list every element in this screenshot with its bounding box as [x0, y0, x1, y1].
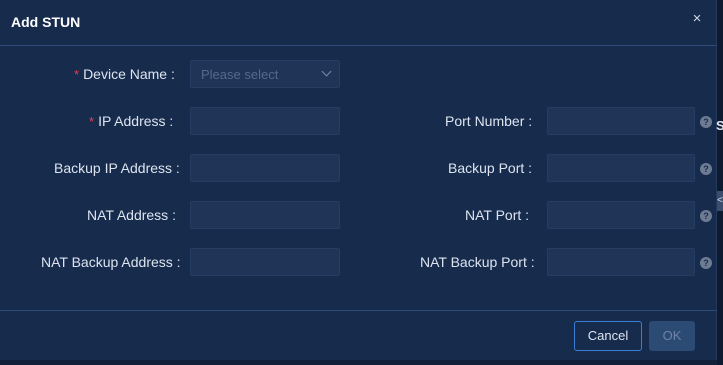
close-icon[interactable]: ×: [690, 11, 704, 27]
nat-address-label: NAT Address :: [87, 207, 176, 223]
background-page-text: S: [716, 118, 723, 133]
device-name-label: * Device Name :: [74, 66, 175, 82]
required-mark: *: [74, 67, 80, 82]
dialog-header: Add STUN ×: [0, 0, 717, 46]
nat-port-label: NAT Port :: [465, 207, 530, 223]
ip-address-label: * IP Address :: [89, 113, 174, 129]
chevron-down-icon: [321, 66, 332, 77]
help-icon[interactable]: ?: [700, 257, 712, 269]
backup-ip-address-label: Backup IP Address :: [54, 160, 180, 176]
nat-address-input[interactable]: [190, 201, 340, 229]
backup-port-input[interactable]: [547, 154, 695, 182]
background-page-edge: [717, 0, 723, 365]
help-icon[interactable]: ?: [700, 163, 712, 175]
nat-backup-port-input[interactable]: [547, 248, 695, 276]
nat-backup-port-label: NAT Backup Port :: [420, 254, 535, 270]
backup-port-label: Backup Port :: [448, 160, 533, 176]
add-stun-dialog: Add STUN × * Device Name : Please select …: [0, 0, 717, 360]
dialog-title: Add STUN: [11, 14, 81, 30]
nat-port-input[interactable]: [547, 201, 695, 229]
backup-ip-address-input[interactable]: [190, 154, 340, 182]
device-name-placeholder: Please select: [201, 67, 279, 82]
cancel-button[interactable]: Cancel: [574, 321, 642, 351]
ip-address-input[interactable]: [190, 107, 340, 135]
device-name-select[interactable]: Please select: [190, 60, 340, 88]
help-icon[interactable]: ?: [700, 116, 712, 128]
help-icon[interactable]: ?: [700, 210, 712, 222]
required-mark: *: [89, 114, 95, 129]
ok-button[interactable]: OK: [649, 321, 695, 351]
footer-divider: [0, 310, 717, 311]
nat-backup-address-label: NAT Backup Address :: [41, 254, 181, 270]
port-number-input[interactable]: [547, 107, 695, 135]
nat-backup-address-input[interactable]: [190, 248, 340, 276]
collapse-tab-icon[interactable]: <: [717, 191, 723, 211]
port-number-label: Port Number :: [445, 113, 533, 129]
